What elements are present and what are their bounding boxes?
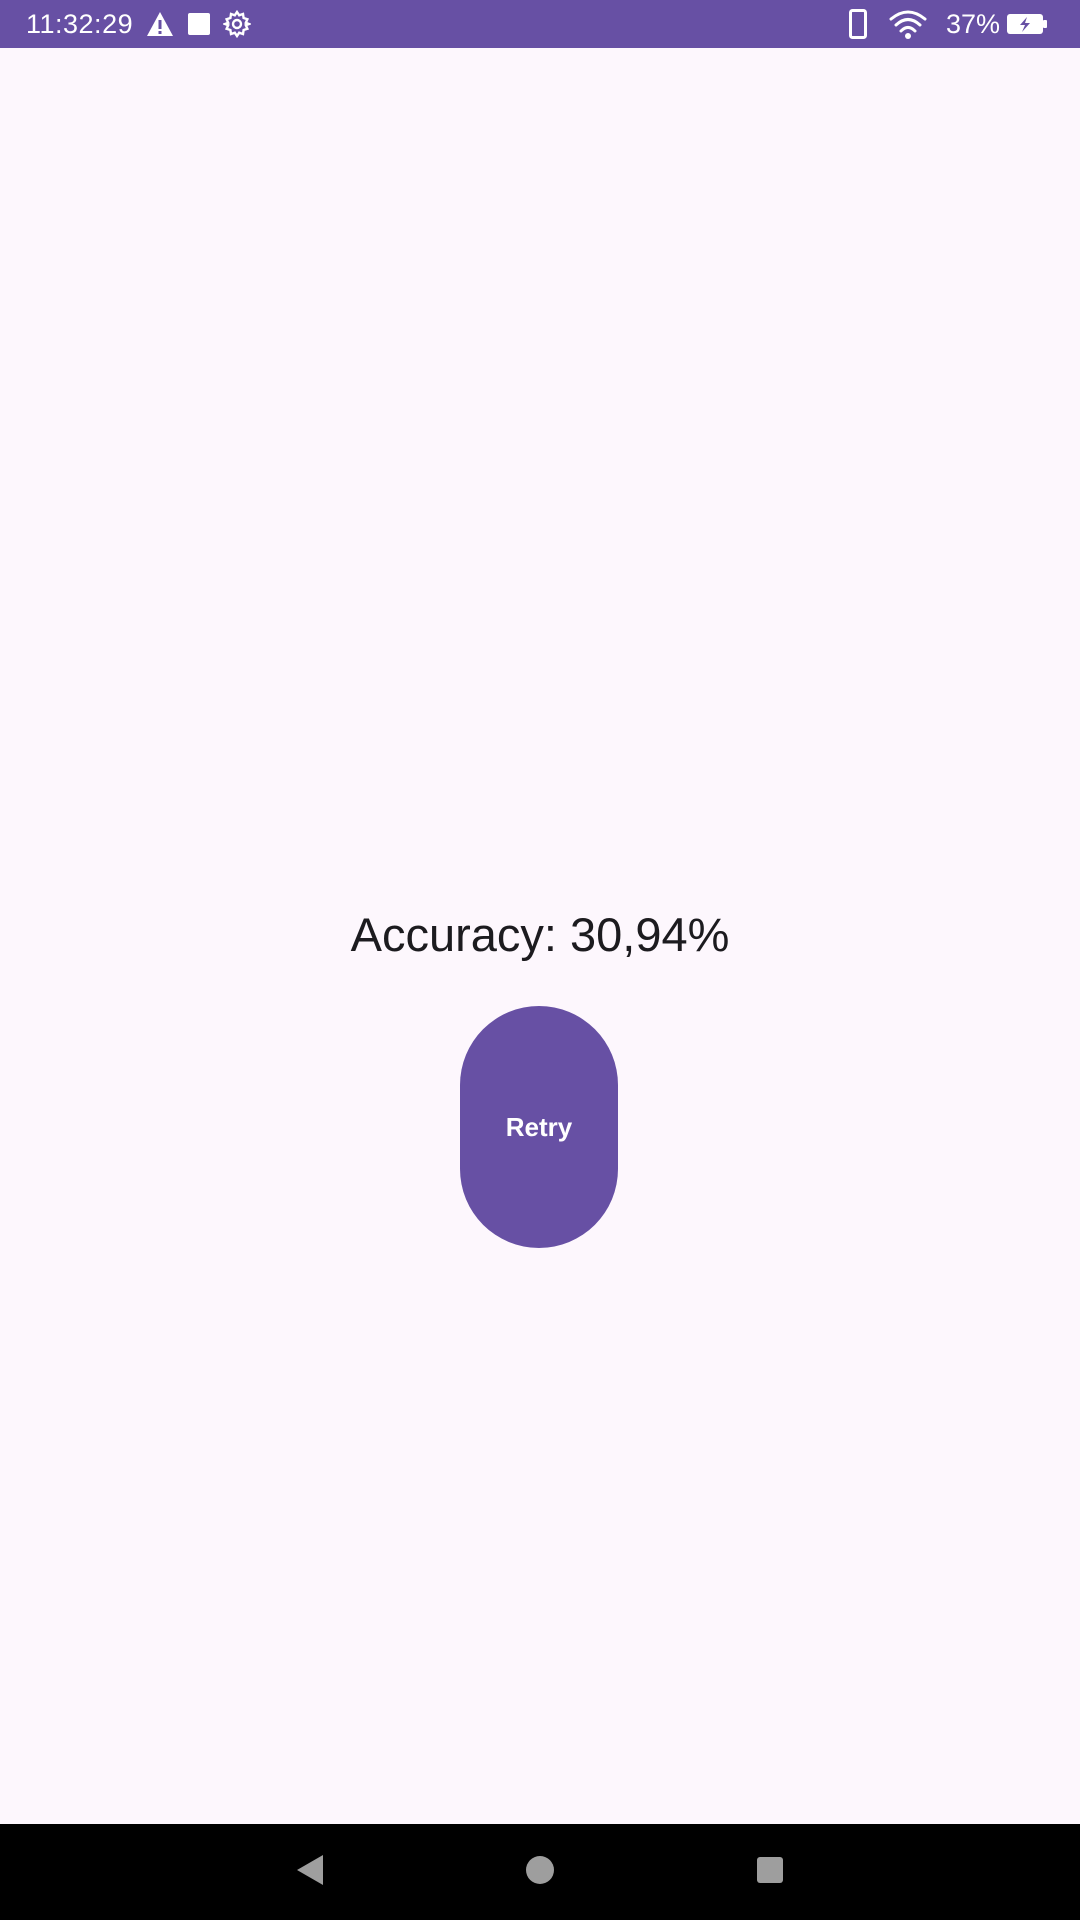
warning-icon [146, 11, 174, 42]
square-notification-icon [187, 12, 211, 41]
accuracy-result: Accuracy: 30,94% [350, 908, 730, 961]
home-icon [525, 1855, 555, 1890]
navigation-bar [0, 1824, 1080, 1920]
battery-percentage: 37% [946, 9, 1001, 39]
battery-charging-icon [1006, 12, 1048, 41]
retry-button-label: Retry [505, 1111, 573, 1142]
back-icon [295, 1853, 325, 1892]
recents-button[interactable] [744, 1846, 796, 1898]
retry-button[interactable]: Retry [460, 1006, 618, 1248]
phone-icon [849, 9, 867, 44]
wifi-icon [888, 9, 928, 44]
recents-icon [756, 1856, 784, 1889]
status-bar: 11:32:29 37% [0, 0, 1080, 48]
back-button[interactable] [284, 1846, 336, 1898]
app-screen: 11:32:29 37% Accuracy: 30,94% Retry [0, 0, 1080, 1920]
settings-icon [221, 9, 253, 43]
home-button[interactable] [514, 1846, 566, 1898]
status-time: 11:32:29 [26, 9, 134, 39]
